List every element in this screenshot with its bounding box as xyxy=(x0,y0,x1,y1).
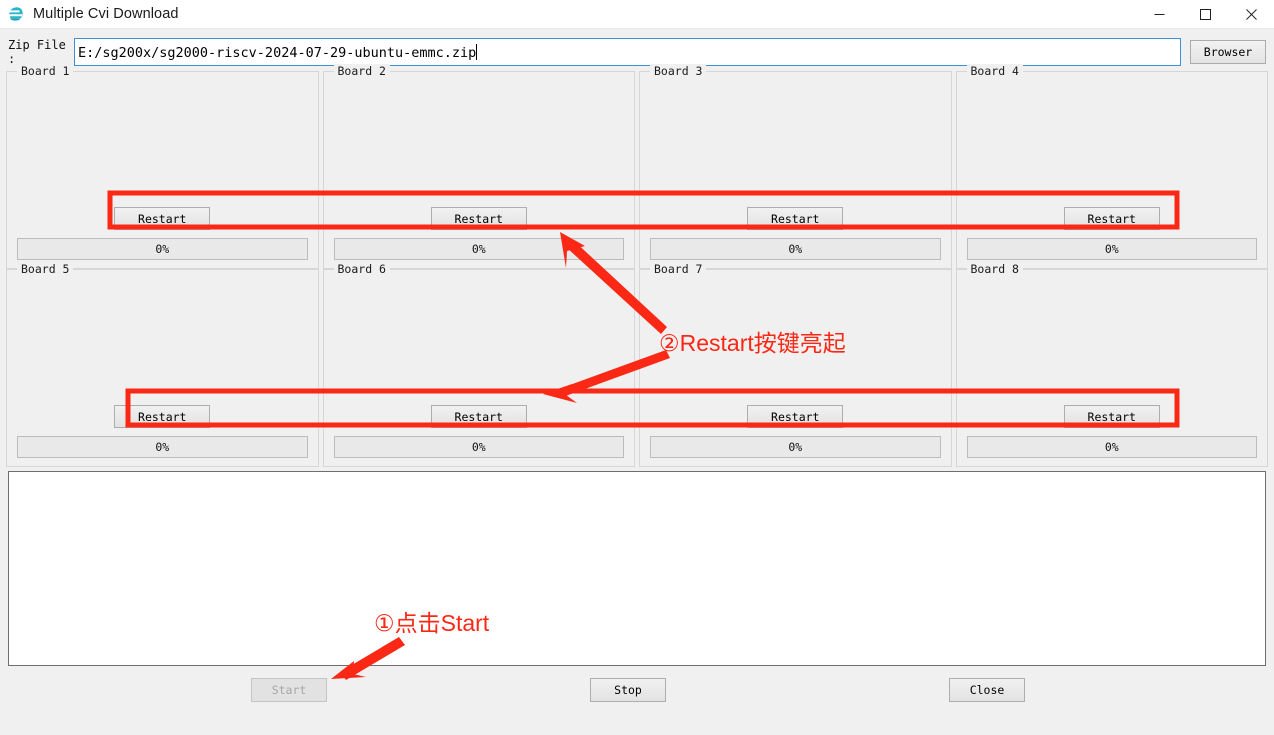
progress-bar-board-4: 0% xyxy=(966,238,1257,260)
board-panel-2: Board 2 Restart 0% xyxy=(322,64,635,269)
board-panel-3: Board 3 Restart 0% xyxy=(639,64,952,269)
annotation-step-2-label: ②Restart按键亮起 xyxy=(659,330,846,356)
app-logo-icon xyxy=(7,5,25,23)
restart-button-board-3[interactable]: Restart xyxy=(747,207,844,230)
close-icon[interactable] xyxy=(1228,0,1274,28)
board-row-bottom: Board 5 Restart 0% Board 6 Restart 0% Bo… xyxy=(4,262,1270,467)
close-button[interactable]: Close xyxy=(949,678,1025,702)
board-title: Board 1 xyxy=(17,64,74,78)
board-title: Board 7 xyxy=(650,262,707,276)
progress-bar-board-8: 0% xyxy=(966,436,1257,458)
window-title: Multiple Cvi Download xyxy=(33,6,179,22)
text-caret xyxy=(476,44,478,60)
board-title: Board 6 xyxy=(333,262,390,276)
zip-file-row: Zip File : E:/sg200x/sg2000-riscv-2024-0… xyxy=(0,35,1274,69)
stop-button[interactable]: Stop xyxy=(590,678,666,702)
window-controls xyxy=(1136,0,1274,28)
board-panel-1: Board 1 Restart 0% xyxy=(6,64,319,269)
maximize-icon[interactable] xyxy=(1182,0,1228,28)
restart-button-board-7[interactable]: Restart xyxy=(747,405,844,428)
board-panel-4: Board 4 Restart 0% xyxy=(955,64,1268,269)
board-title: Board 8 xyxy=(966,262,1023,276)
board-panel-8: Board 8 Restart 0% xyxy=(955,262,1268,467)
restart-button-board-8[interactable]: Restart xyxy=(1063,405,1160,428)
progress-bar-board-7: 0% xyxy=(650,436,941,458)
zip-file-label: Zip File : xyxy=(8,38,66,66)
restart-button-board-2[interactable]: Restart xyxy=(430,207,527,230)
board-title: Board 5 xyxy=(17,262,74,276)
progress-bar-board-6: 0% xyxy=(333,436,624,458)
progress-bar-board-1: 0% xyxy=(17,238,308,260)
start-button[interactable]: Start xyxy=(251,678,327,702)
board-panel-5: Board 5 Restart 0% xyxy=(6,262,319,467)
progress-bar-board-2: 0% xyxy=(333,238,624,260)
progress-bar-board-3: 0% xyxy=(650,238,941,260)
zip-file-value: E:/sg200x/sg2000-riscv-2024-07-29-ubuntu… xyxy=(78,45,477,61)
restart-button-board-5[interactable]: Restart xyxy=(114,405,211,428)
browse-button[interactable]: Browser xyxy=(1190,40,1266,64)
footer-button-bar: Start Stop Close xyxy=(0,678,1274,704)
board-grid: Board 1 Restart 0% Board 2 Restart 0% Bo… xyxy=(4,64,1270,467)
board-title: Board 2 xyxy=(333,64,390,78)
restart-button-board-1[interactable]: Restart xyxy=(114,207,211,230)
log-output-area[interactable] xyxy=(8,471,1266,666)
window-title-bar: Multiple Cvi Download xyxy=(0,0,1274,29)
annotation-step-1-label: ①点击Start xyxy=(374,610,490,636)
minimize-icon[interactable] xyxy=(1136,0,1182,28)
board-title: Board 4 xyxy=(966,64,1023,78)
progress-bar-board-5: 0% xyxy=(17,436,308,458)
zip-file-input[interactable]: E:/sg200x/sg2000-riscv-2024-07-29-ubuntu… xyxy=(74,38,1181,66)
restart-button-board-4[interactable]: Restart xyxy=(1063,207,1160,230)
restart-button-board-6[interactable]: Restart xyxy=(430,405,527,428)
board-title: Board 3 xyxy=(650,64,707,78)
board-panel-6: Board 6 Restart 0% xyxy=(322,262,635,467)
board-panel-7: Board 7 Restart 0% xyxy=(639,262,952,467)
board-row-top: Board 1 Restart 0% Board 2 Restart 0% Bo… xyxy=(4,64,1270,269)
